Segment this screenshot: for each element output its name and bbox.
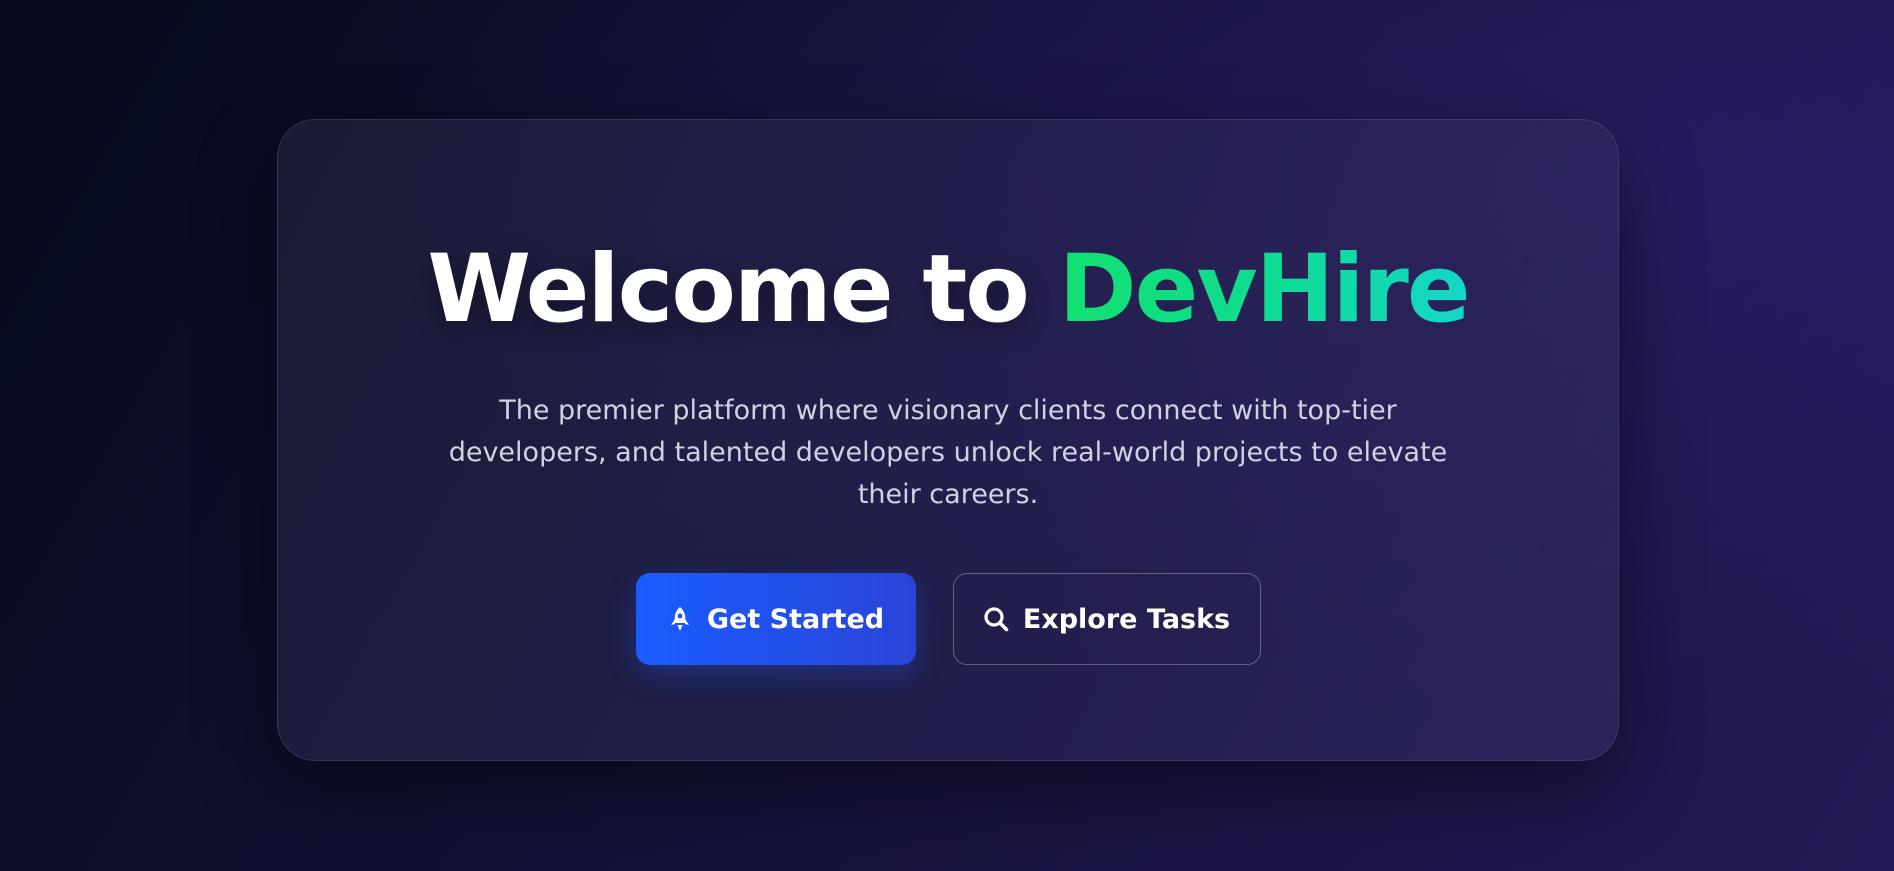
- brand-name: DevHire: [1058, 235, 1471, 344]
- hero-title-prefix: Welcome to: [427, 235, 1059, 344]
- explore-tasks-label: Explore Tasks: [1022, 603, 1231, 635]
- get-started-label: Get Started: [706, 603, 885, 635]
- cta-row: Get Started Explore Tasks: [278, 573, 1618, 665]
- get-started-button[interactable]: Get Started: [635, 573, 916, 665]
- hero-subtitle: The premier platform where visionary cli…: [448, 395, 1448, 510]
- search-icon: [983, 606, 1009, 632]
- rocket-icon: [667, 606, 693, 632]
- explore-tasks-button[interactable]: Explore Tasks: [952, 573, 1261, 665]
- hero-title: Welcome to DevHire: [278, 238, 1618, 341]
- hero-card: Welcome to DevHire The premier platform …: [277, 119, 1619, 761]
